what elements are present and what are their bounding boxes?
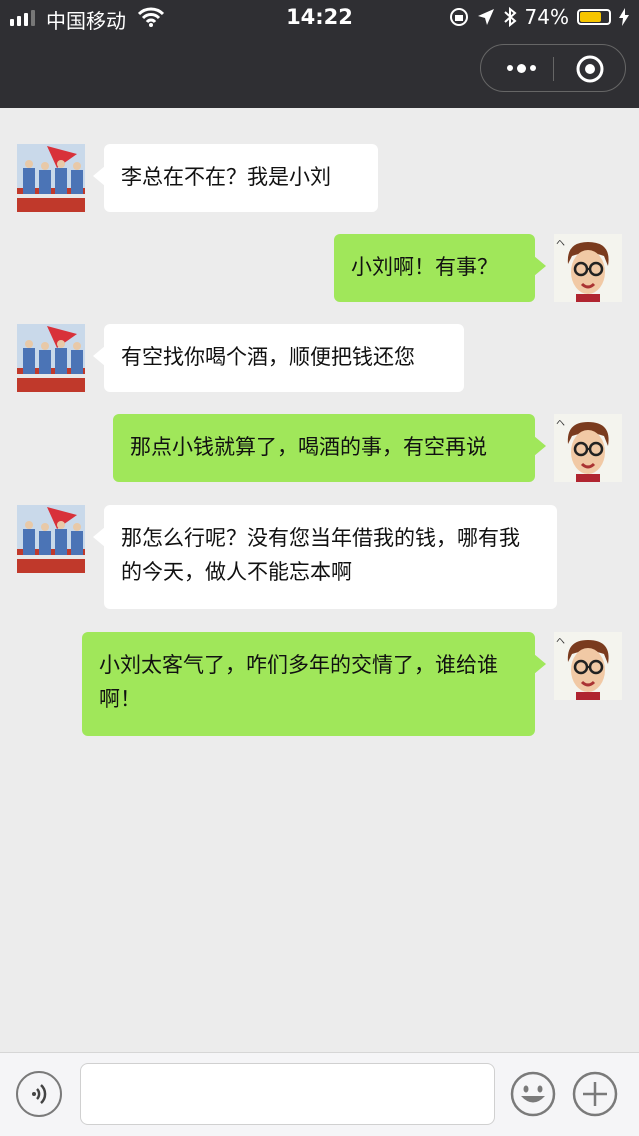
- emoji-icon[interactable]: [510, 1071, 556, 1117]
- contact-avatar[interactable]: [17, 144, 85, 212]
- battery-level: [580, 12, 601, 22]
- received-message-bubble[interactable]: 有空找你喝个酒，顺便把钱还您: [93, 324, 464, 392]
- voice-icon[interactable]: [16, 1071, 62, 1117]
- my-avatar[interactable]: ヘ: [554, 414, 622, 482]
- plus-icon[interactable]: [572, 1071, 618, 1117]
- message-input[interactable]: [80, 1063, 495, 1125]
- location-icon: [477, 9, 494, 25]
- svg-text:ヘ: ヘ: [556, 239, 565, 249]
- battery-percent: 74%: [524, 5, 569, 29]
- my-avatar[interactable]: ヘ: [554, 632, 622, 700]
- contact-avatar[interactable]: [17, 505, 85, 573]
- svg-text:ヘ: ヘ: [556, 419, 565, 429]
- contact-avatar[interactable]: [17, 324, 85, 392]
- battery-icon: [577, 9, 611, 25]
- capsule-divider: [553, 57, 554, 81]
- svg-text:ヘ: ヘ: [556, 637, 565, 647]
- my-avatar[interactable]: ヘ: [554, 234, 622, 302]
- sent-message-bubble[interactable]: 那点小钱就算了，喝酒的事，有空再说: [113, 414, 546, 482]
- received-message-bubble[interactable]: 那怎么行呢？没有您当年借我的钱，哪有我的今天，做人不能忘本啊: [93, 505, 557, 609]
- sent-message-bubble[interactable]: 小刘啊！有事？: [334, 234, 546, 302]
- status-bar: 中国移动 14:22 74%: [0, 0, 639, 36]
- mini-program-capsule: [480, 44, 626, 92]
- sent-message-bubble[interactable]: 小刘太客气了，咋们多年的交情了，谁给谁啊！: [82, 632, 546, 736]
- target-icon[interactable]: [574, 53, 606, 85]
- status-right: 74%: [449, 5, 629, 29]
- more-dots-icon[interactable]: [501, 55, 541, 81]
- input-bar: [0, 1052, 639, 1136]
- charging-icon: [619, 8, 629, 26]
- rotation-lock-icon: [449, 8, 468, 26]
- received-message-bubble[interactable]: 李总在不在？我是小刘: [93, 144, 378, 212]
- top-bar: 中国移动 14:22 74%: [0, 0, 639, 108]
- bluetooth-icon: [503, 7, 517, 27]
